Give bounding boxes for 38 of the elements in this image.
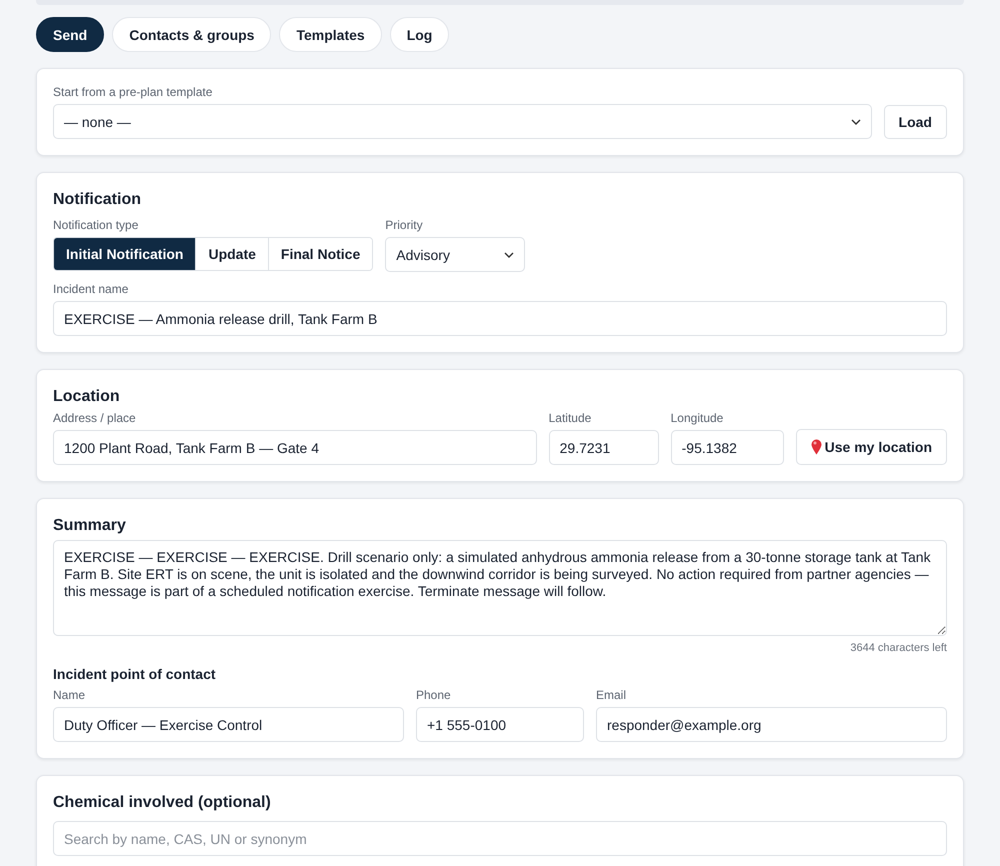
input-field[interactable]: responder@example.org [596,707,947,742]
section-title: Summary [53,517,127,535]
section-title: Location [53,388,121,406]
type-toggle[interactable]: Final Notice [268,238,372,270]
chevron-down-icon [850,118,861,124]
template-select[interactable]: — none — [53,104,872,139]
load-button[interactable]: Load [884,104,947,138]
pin-icon [810,439,822,455]
summary-textarea[interactable]: EXERCISE — EXERCISE — EXERCISE. Drill scenario only: a simulated anhydrous ammonia release from a 30-tonne storage tank at Tank Farm B. Site ERT is on scene, the unit is isolated and the downwind corridor is being surveyed. No action required from partner agencies — this message is part of a scheduled notification exercise. Terminate message will follow. [53,540,947,636]
priority-select[interactable]: Advisory [385,237,526,272]
field-label: Latitude [548,411,592,425]
character-count: 3644 characters left [850,642,947,654]
search-field[interactable]: Search by name, CAS, UN or synonym [53,821,947,856]
field-label: Email [596,688,626,702]
chevron-down-icon [504,252,514,258]
input-field[interactable]: +1 555-0100 [416,707,584,742]
input-field[interactable]: EXERCISE — Ammonia release drill, Tank Farm B [53,301,947,336]
tab[interactable]: Templates [279,17,382,52]
field-label: Start from a pre-plan template [53,85,212,99]
tab[interactable]: Contacts & groups [112,17,272,52]
type-toggle[interactable]: Initial Notification [54,238,196,270]
input-field[interactable]: 1200 Plant Road, Tank Farm B — Gate 4 [53,430,537,465]
section-title: Notification [53,191,142,209]
tab[interactable]: Log [390,17,450,52]
field-label: Priority [385,218,423,232]
field-label: Notification type [53,218,138,232]
field-label: Name [53,688,86,702]
input-field[interactable]: -95.1382 [670,430,784,465]
field-label: Incident name [53,282,128,296]
input-field[interactable]: Duty Officer — Exercise Control [53,707,404,742]
use-location-button[interactable]: Use my location [796,429,947,465]
field-label: Address / place [53,411,136,425]
input-field[interactable]: 29.7231 [548,430,659,465]
field-label: Longitude [670,411,724,425]
section-title: Chemical involved (optional) [53,794,272,812]
subsection-title: Incident point of contact [53,666,217,682]
field-label: Phone [416,688,451,702]
tab[interactable]: Send [36,17,104,52]
